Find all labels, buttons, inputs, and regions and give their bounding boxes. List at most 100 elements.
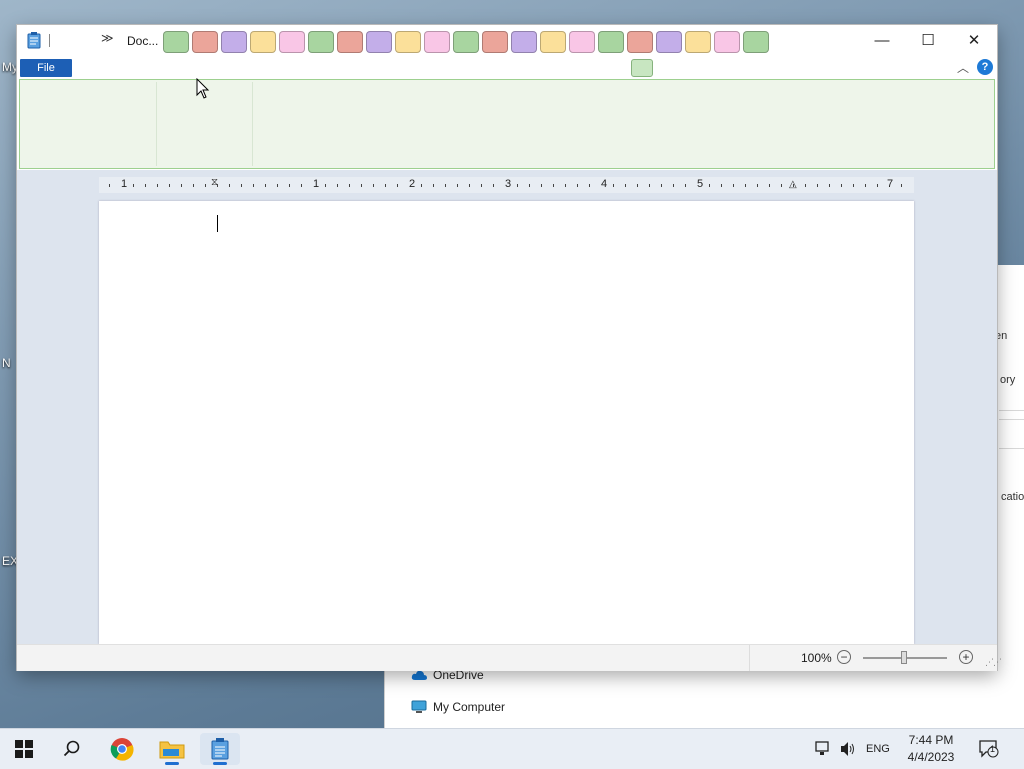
collapse-ribbon-icon[interactable]: ︿ <box>957 59 969 76</box>
divider <box>999 419 1024 420</box>
ruler-tick <box>205 184 206 187</box>
ruler-tick <box>769 184 770 187</box>
search-button[interactable] <box>52 733 92 765</box>
ruler-tick <box>649 184 650 187</box>
ruler-tick <box>829 184 830 187</box>
divider <box>999 448 1024 449</box>
minimize-button[interactable]: — <box>859 25 905 55</box>
volume-tray[interactable] <box>839 729 857 769</box>
document-title: Doc... <box>127 34 159 48</box>
wordpad-window: ≫ Doc... — ☐ ✕ File ︿ ? ⧖ △ 1123457 100%… <box>17 25 1002 671</box>
input-language[interactable]: ENG <box>866 729 890 769</box>
running-indicator <box>165 762 179 765</box>
color-swatch-17[interactable] <box>627 31 653 53</box>
color-swatch-7[interactable] <box>337 31 363 53</box>
color-swatch-18[interactable] <box>656 31 682 53</box>
wordpad-app-icon[interactable] <box>27 32 41 49</box>
customize-qat-button[interactable]: ≫ <box>101 31 114 45</box>
taskbar-chrome[interactable] <box>102 733 142 765</box>
ruler-tick <box>349 184 350 187</box>
desktop-icon-label[interactable]: EX <box>2 554 18 568</box>
ruler-label: 1 <box>313 178 320 190</box>
color-swatch-11[interactable] <box>453 31 479 53</box>
minimize-icon: — <box>874 31 890 49</box>
ruler-label: 2 <box>409 178 416 190</box>
taskbar-wordpad[interactable] <box>200 733 240 765</box>
color-swatch-20[interactable] <box>714 31 740 53</box>
nav-item-my-computer[interactable]: My Computer <box>411 700 505 714</box>
color-swatch-3[interactable] <box>221 31 247 53</box>
start-button[interactable] <box>4 733 44 765</box>
color-swatch-1[interactable] <box>163 31 189 53</box>
color-swatch-15[interactable] <box>569 31 595 53</box>
ruler-tick <box>793 184 794 187</box>
clock[interactable]: 7:44 PM 4/4/2023 <box>900 732 962 766</box>
search-icon <box>63 740 80 757</box>
close-button[interactable]: ✕ <box>951 25 997 55</box>
ruler-label: 3 <box>505 178 512 190</box>
ruler-tick <box>469 184 470 187</box>
ruler-tick <box>817 184 818 187</box>
ruler-label: 7 <box>887 178 894 190</box>
ruler-tick <box>637 184 638 187</box>
network-tray[interactable] <box>814 729 832 769</box>
color-swatch-21[interactable] <box>743 31 769 53</box>
color-swatch-12[interactable] <box>482 31 508 53</box>
file-tab[interactable]: File <box>20 59 72 77</box>
notification-center-button[interactable]: 1 <box>979 729 999 769</box>
ruler-tick <box>529 184 530 187</box>
color-swatch-19[interactable] <box>685 31 711 53</box>
ruler-tick <box>301 184 302 187</box>
ruler-tick <box>181 184 182 187</box>
taskbar-file-explorer[interactable] <box>152 733 192 765</box>
maximize-button[interactable]: ☐ <box>905 25 951 55</box>
zoom-in-button[interactable]: + <box>959 650 973 664</box>
ribbon-group-divider <box>156 82 157 166</box>
ruler-tick <box>241 184 242 187</box>
ruler-tick <box>721 184 722 187</box>
wordpad-app-icon <box>211 738 229 760</box>
background-text-fragment: cation <box>1001 491 1024 503</box>
ruler-tick <box>457 184 458 187</box>
document-workspace: ⧖ △ 1123457 <box>17 170 997 644</box>
ruler-tick <box>853 184 854 187</box>
ruler-tick <box>805 184 806 187</box>
color-swatch-8[interactable] <box>366 31 392 53</box>
ruler-tick <box>289 184 290 187</box>
zoom-level-label[interactable]: 100% <box>801 651 832 665</box>
help-button[interactable]: ? <box>977 59 993 75</box>
color-swatch-strip <box>163 31 769 53</box>
ribbon-group-divider <box>252 82 253 166</box>
ruler-tick <box>253 184 254 187</box>
ruler-tick <box>385 184 386 187</box>
resize-grip-icon[interactable]: ⋰⋰ <box>985 657 1002 668</box>
color-swatch-13[interactable] <box>511 31 537 53</box>
desktop-icon-label[interactable]: N <box>2 356 11 370</box>
title-bar[interactable]: ≫ Doc... — ☐ ✕ <box>17 25 997 57</box>
zoom-out-button[interactable]: − <box>837 650 851 664</box>
ruler-tick <box>481 184 482 187</box>
ruler-tick <box>145 184 146 187</box>
horizontal-ruler[interactable]: ⧖ △ 1123457 <box>99 177 914 193</box>
ruler-tick <box>541 184 542 187</box>
ribbon-color-swatch[interactable] <box>631 59 653 77</box>
ruler-tick <box>229 184 230 187</box>
ruler-tick <box>157 184 158 187</box>
color-swatch-6[interactable] <box>308 31 334 53</box>
chrome-icon <box>110 738 134 761</box>
color-swatch-9[interactable] <box>395 31 421 53</box>
color-swatch-5[interactable] <box>279 31 305 53</box>
color-swatch-10[interactable] <box>424 31 450 53</box>
ruler-tick <box>901 184 902 187</box>
color-swatch-16[interactable] <box>598 31 624 53</box>
color-swatch-2[interactable] <box>192 31 218 53</box>
mouse-pointer-icon <box>196 78 210 99</box>
zoom-slider-thumb[interactable] <box>901 651 907 664</box>
ruler-tick <box>613 184 614 187</box>
folder-icon <box>159 741 185 759</box>
desktop-icon-label[interactable]: My <box>2 60 18 74</box>
document-page[interactable] <box>99 201 914 644</box>
color-swatch-14[interactable] <box>540 31 566 53</box>
color-swatch-4[interactable] <box>250 31 276 53</box>
ruler-tick <box>217 184 218 187</box>
